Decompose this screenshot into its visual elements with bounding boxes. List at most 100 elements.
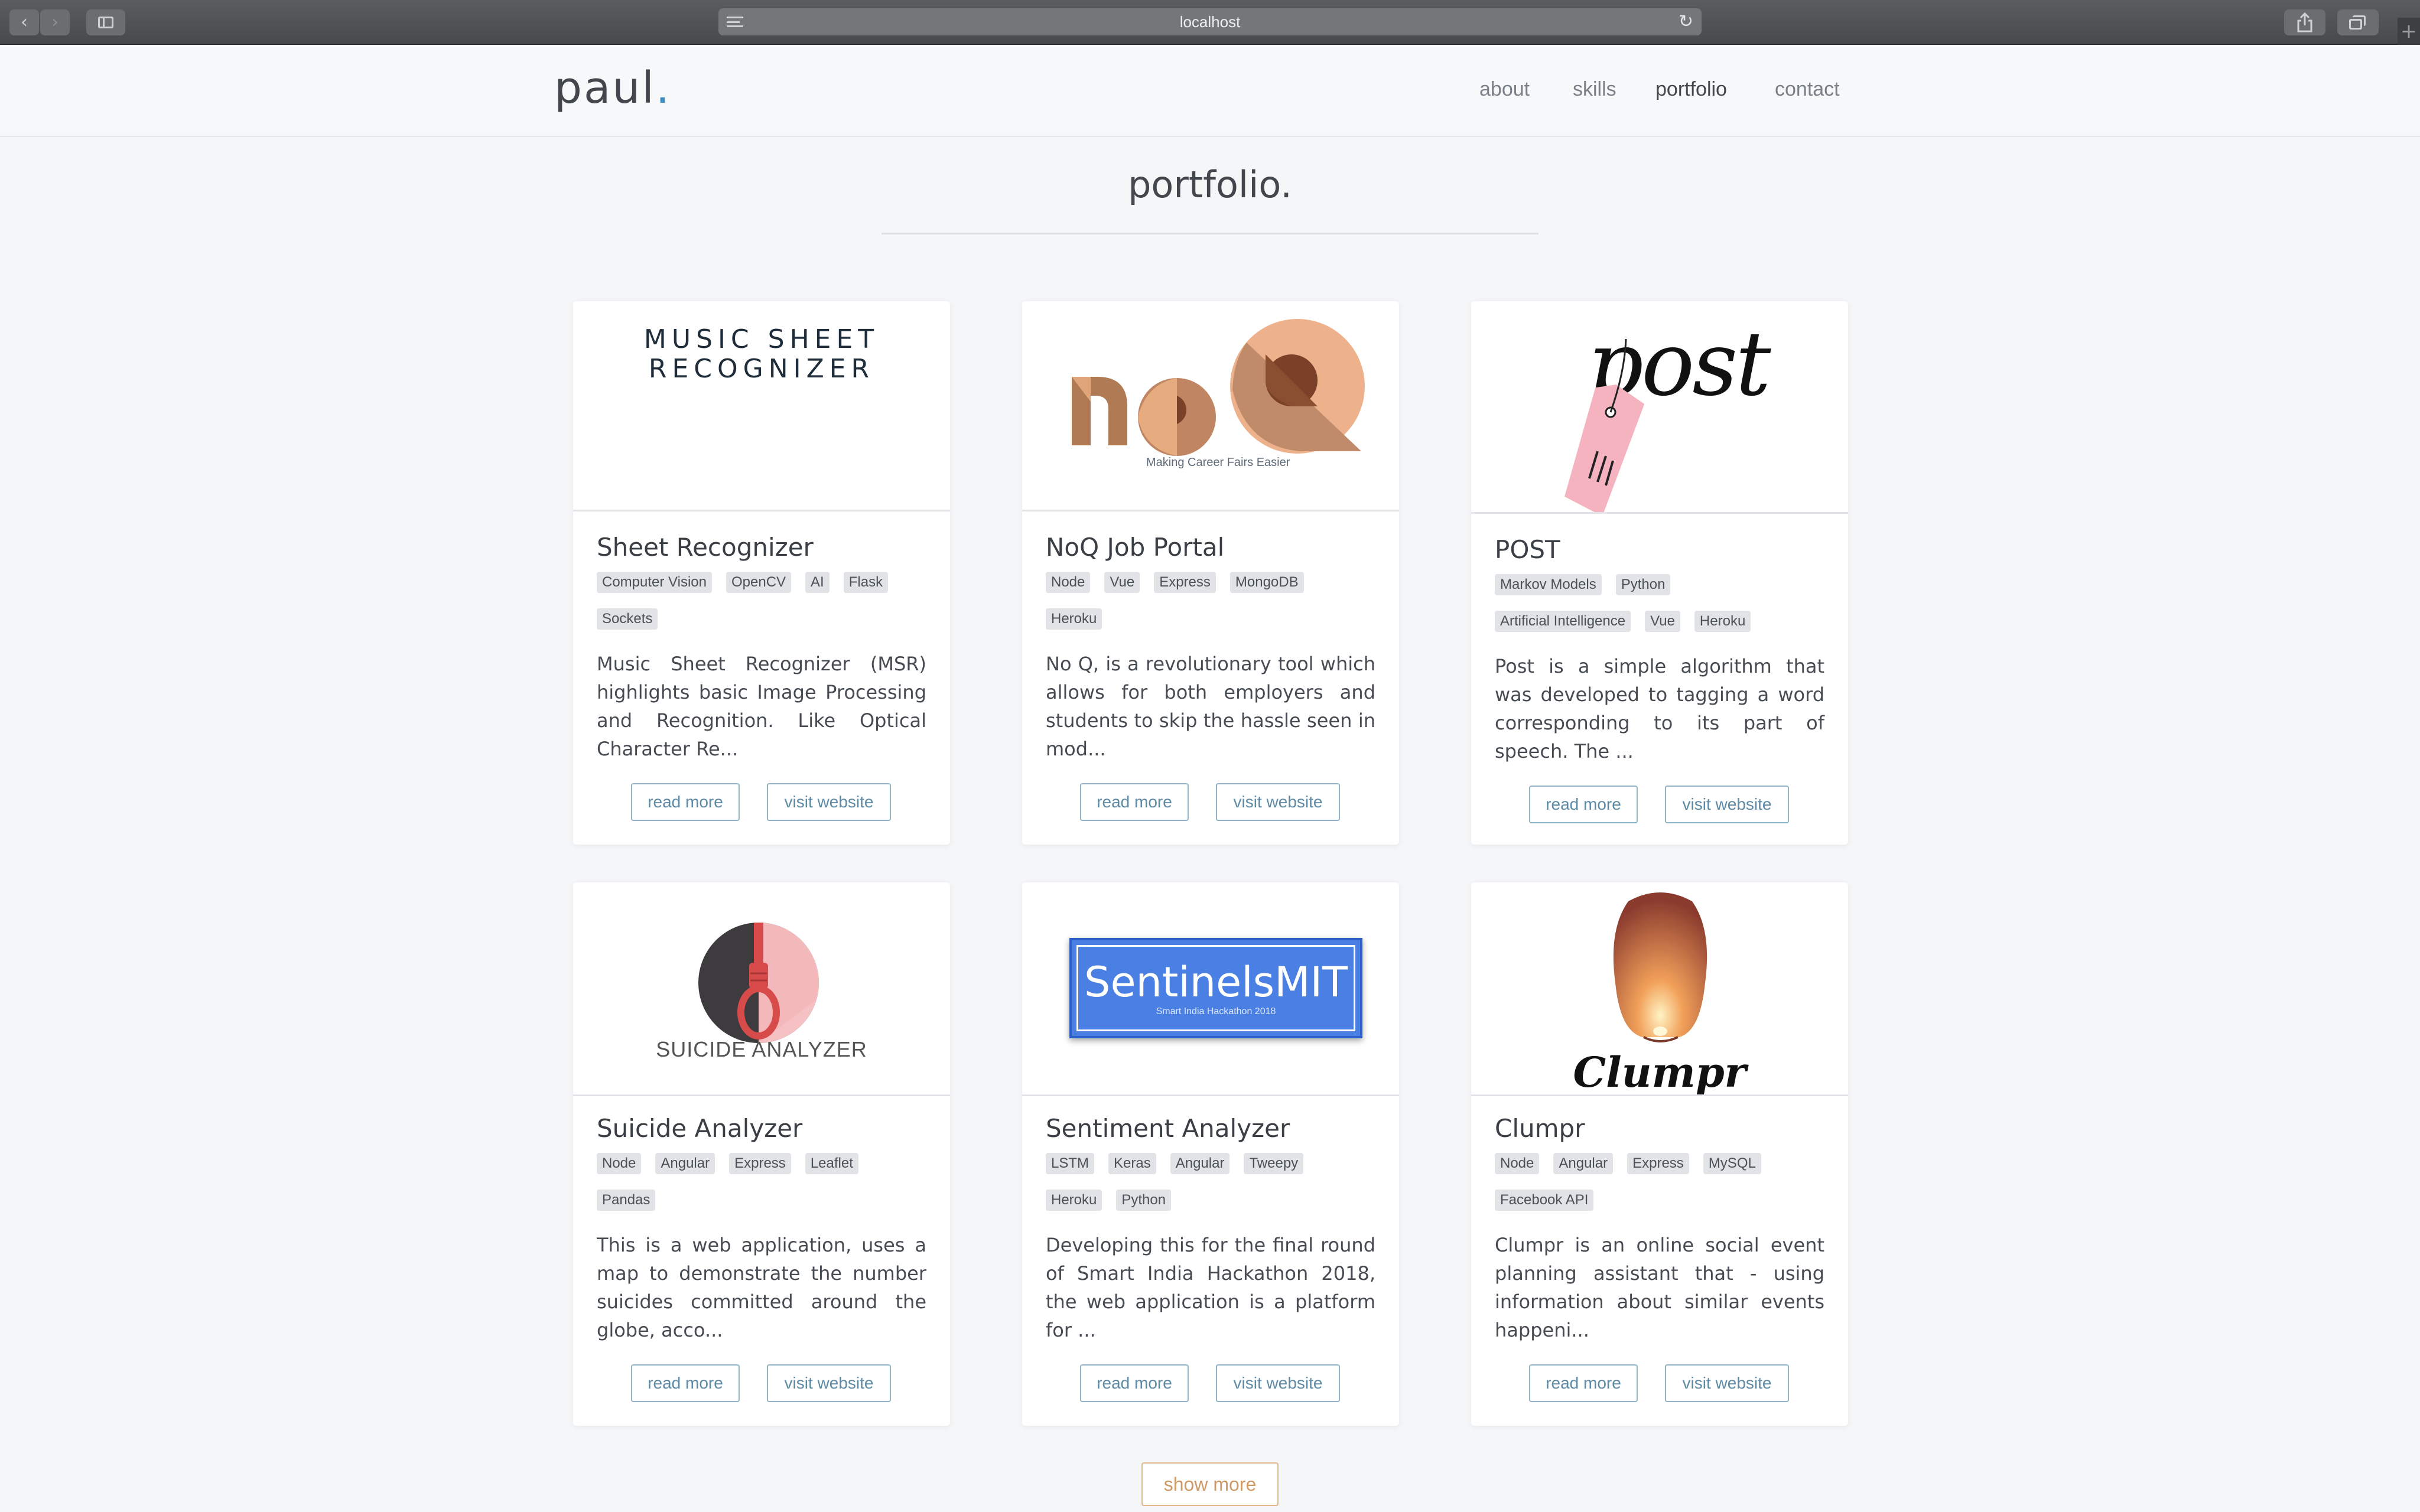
share-icon	[2297, 12, 2312, 32]
tag: Markov Models	[1495, 574, 1602, 595]
read-more-button[interactable]: read more	[1080, 1364, 1189, 1402]
tag: Artificial Intelligence	[1495, 611, 1631, 632]
tag: Flask	[843, 572, 889, 593]
project-description: Clumpr is an online social event plannin…	[1495, 1234, 1824, 1341]
tag-list: Computer Vision OpenCV AI Flask Sockets	[597, 572, 928, 645]
project-card-sentiment-analyzer: SentinelsMIT Smart India Hackathon 2018 …	[1022, 882, 1399, 1426]
tag: Heroku	[1046, 1190, 1102, 1211]
read-more-button[interactable]: read more	[1529, 1364, 1638, 1402]
tag: MongoDB	[1229, 572, 1304, 593]
project-title: Suicide Analyzer	[597, 1114, 803, 1143]
thumbnail-text: SUICIDE ANALYZER	[656, 1037, 867, 1061]
tag: Heroku	[1694, 611, 1751, 632]
site-logo[interactable]: paul.	[554, 63, 671, 113]
tag: Express	[1154, 572, 1216, 593]
tag: OpenCV	[726, 572, 792, 593]
tag: Vue	[1645, 611, 1680, 632]
tag-icon	[1564, 338, 1645, 512]
nav-link-portfolio[interactable]: portfolio	[1655, 78, 1727, 101]
browser-toolbar: ‹ › localhost ↻ +	[0, 0, 2420, 45]
project-thumbnail[interactable]: SUICIDE ANALYZER	[573, 882, 950, 1096]
reload-icon[interactable]: ↻	[1679, 8, 1693, 35]
sentinels-banner: SentinelsMIT Smart India Hackathon 2018	[1069, 938, 1362, 1038]
project-title: POST	[1495, 535, 1560, 564]
tag: Computer Vision	[597, 572, 712, 593]
nav-link-about[interactable]: about	[1479, 78, 1530, 101]
tabs-overview-button[interactable]	[2337, 9, 2379, 35]
reader-icon	[727, 17, 743, 27]
project-card-sheet-recognizer: MUSIC SHEET RECOGNIZER Sheet Recognizer …	[573, 301, 950, 845]
noq-logo	[1072, 319, 1365, 456]
address-bar[interactable]: localhost ↻	[718, 8, 1702, 35]
nav-link-contact[interactable]: contact	[1775, 78, 1840, 101]
project-description: Developing this for the final round of S…	[1046, 1234, 1375, 1341]
url-text: localhost	[1179, 13, 1241, 31]
visit-website-button[interactable]: visit website	[767, 783, 891, 821]
read-more-button[interactable]: read more	[1080, 783, 1189, 821]
tag: LSTM	[1046, 1153, 1095, 1174]
tag: Node	[1495, 1153, 1540, 1174]
project-card-post: post POST Markov Models Python Artificial …	[1471, 301, 1848, 845]
tag: Pandas	[597, 1190, 656, 1211]
noose-icon	[698, 923, 819, 1043]
tag-list: Node Angular Express Leaflet Pandas	[597, 1153, 928, 1226]
tag-list: LSTM Keras Angular Tweepy Heroku Python	[1046, 1153, 1377, 1226]
tag: MySQL	[1703, 1153, 1761, 1174]
nav-link-skills[interactable]: skills	[1573, 78, 1616, 101]
read-more-button[interactable]: read more	[631, 1364, 740, 1402]
sidebar-toggle-button[interactable]	[86, 9, 125, 35]
project-thumbnail[interactable]: Making Career Fairs Easier	[1022, 301, 1399, 511]
tag-list: Node Angular Express MySQL Facebook API	[1495, 1153, 1826, 1226]
tag: Vue	[1104, 572, 1140, 593]
tag: Keras	[1108, 1153, 1156, 1174]
section-divider	[882, 233, 1538, 234]
new-tab-button[interactable]: +	[2398, 18, 2420, 45]
site-header: paul. about skills portfolio contact	[0, 45, 2420, 137]
tag: Python	[1615, 574, 1671, 595]
tag: Node	[1046, 572, 1091, 593]
thumbnail-subtitle: Making Career Fairs Easier	[1146, 456, 1290, 469]
visit-website-button[interactable]: visit website	[1665, 1364, 1789, 1402]
visit-website-button[interactable]: visit website	[1216, 783, 1340, 821]
project-card-noq: Making Career Fairs Easier NoQ Job Porta…	[1022, 301, 1399, 845]
thumbnail-text: MUSIC SHEET RECOGNIZER	[643, 324, 880, 384]
sidebar-icon	[98, 17, 113, 28]
thumbnail-text: SentinelsMIT	[1084, 958, 1348, 1006]
share-button[interactable]	[2284, 9, 2325, 35]
read-more-button[interactable]: read more	[1529, 786, 1638, 823]
project-title: Sheet Recognizer	[597, 533, 814, 562]
tag: Express	[729, 1153, 791, 1174]
project-thumbnail[interactable]: Clumpr	[1471, 882, 1848, 1096]
thumbnail-subtitle: Smart India Hackathon 2018	[1156, 1006, 1276, 1016]
project-description: Post is a simple algorithm that was deve…	[1495, 655, 1824, 762]
tag: Express	[1627, 1153, 1689, 1174]
chevron-right-icon: ›	[51, 12, 58, 32]
tag: Angular	[1170, 1153, 1230, 1174]
tag: Angular	[1553, 1153, 1614, 1174]
project-thumbnail[interactable]: MUSIC SHEET RECOGNIZER	[573, 301, 950, 511]
project-description: Music Sheet Recognizer (MSR) highlights …	[597, 653, 926, 760]
show-more-button[interactable]: show more	[1141, 1462, 1279, 1506]
section-title: portfolio.	[1128, 163, 1292, 206]
visit-website-button[interactable]: visit website	[1216, 1364, 1340, 1402]
back-button[interactable]: ‹	[9, 9, 39, 35]
tag: Heroku	[1046, 608, 1102, 630]
chevron-left-icon: ‹	[21, 12, 28, 32]
tag: Facebook API	[1495, 1190, 1594, 1211]
project-thumbnail[interactable]: post	[1471, 301, 1848, 514]
project-description: No Q, is a revolutionary tool which allo…	[1046, 653, 1375, 760]
read-more-button[interactable]: read more	[631, 783, 740, 821]
tag: Python	[1116, 1190, 1172, 1211]
tag-list: Markov Models Python Artificial Intelligen…	[1495, 574, 1826, 647]
tag: AI	[805, 572, 830, 593]
thumbnail-text: Clumpr	[1573, 1048, 1746, 1096]
visit-website-button[interactable]: visit website	[767, 1364, 891, 1402]
project-title: Sentiment Analyzer	[1046, 1114, 1290, 1143]
tag: Sockets	[597, 608, 658, 630]
forward-button[interactable]: ›	[40, 9, 70, 35]
project-thumbnail[interactable]: SentinelsMIT Smart India Hackathon 2018	[1022, 882, 1399, 1096]
tag: Tweepy	[1244, 1153, 1304, 1174]
tag: Leaflet	[805, 1153, 858, 1174]
plus-icon: +	[2400, 19, 2418, 43]
visit-website-button[interactable]: visit website	[1665, 786, 1789, 823]
